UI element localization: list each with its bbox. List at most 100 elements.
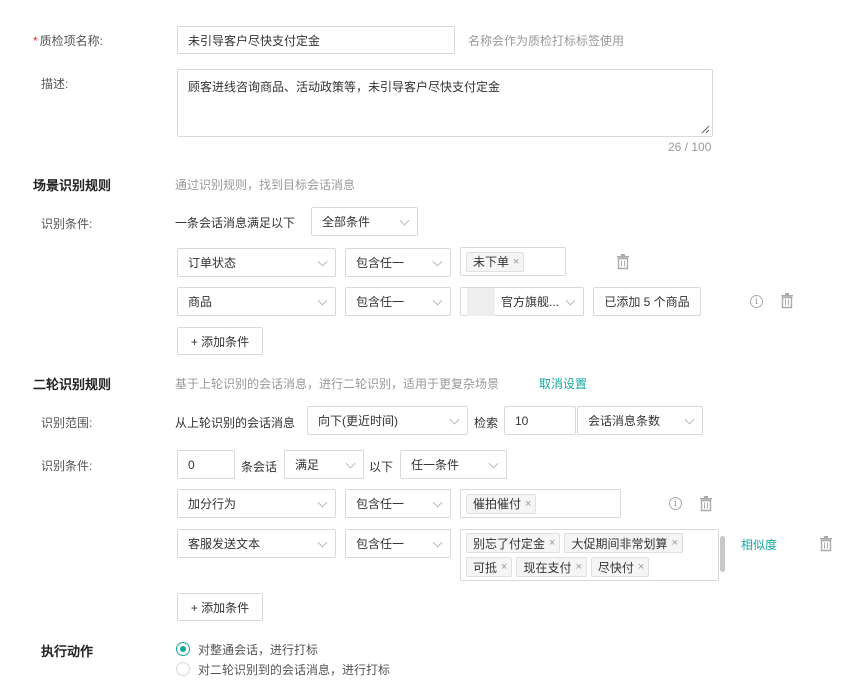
second-range-prefix: 从上轮识别的会话消息 xyxy=(175,416,296,430)
second-range-label: 识别范围: xyxy=(41,416,93,430)
desc-textarea[interactable]: 顾客进线咨询商品、活动政策等，未引导客户尽快支付定金 xyxy=(177,69,713,137)
scene-cond-label: 识别条件: xyxy=(41,217,93,231)
scene-title: 场景识别规则 xyxy=(33,178,112,193)
scene-row2-op-select[interactable]: 包含任一 xyxy=(345,287,451,316)
chevron-down-icon xyxy=(399,215,410,226)
trash-icon[interactable] xyxy=(699,496,713,512)
retrieve-count-value: 10 xyxy=(515,413,529,428)
cond-below-label: 以下 xyxy=(369,460,394,474)
direction-select[interactable]: 向下(更近时间) xyxy=(307,406,468,435)
scene-row1-op-select[interactable]: 包含任一 xyxy=(345,248,451,277)
cond-unit-label: 条会话 xyxy=(241,460,278,474)
second-title: 二轮识别规则 xyxy=(33,377,112,392)
close-icon[interactable]: × xyxy=(549,537,555,549)
close-icon[interactable]: × xyxy=(525,498,531,510)
close-icon[interactable]: × xyxy=(671,537,677,549)
second-row1-tags-input[interactable]: 催拍催付 × xyxy=(460,489,621,518)
tag-label: 催拍催付 xyxy=(473,497,522,511)
scene-row2-shop-select[interactable]: 官方旗舰... xyxy=(460,287,584,316)
close-icon[interactable]: × xyxy=(575,561,581,573)
scene-row1-tags-input[interactable]: 未下单 × xyxy=(460,247,566,276)
trash-icon[interactable] xyxy=(780,293,794,309)
desc-counter: 26 / 100 xyxy=(668,140,712,154)
scene-cond-prefix: 一条会话消息满足以下 xyxy=(175,216,296,230)
close-icon[interactable]: × xyxy=(638,561,644,573)
scene-row2-shop-value: 官方旗舰... xyxy=(501,295,560,309)
desc-textarea-value: 顾客进线咨询商品、活动政策等，未引导客户尽快支付定金 xyxy=(188,80,501,94)
tags-scrollbar[interactable] xyxy=(720,536,725,572)
tag: 大促期间非常划算 × xyxy=(564,533,683,553)
tag: 现在支付 × xyxy=(516,557,587,577)
added-products-button[interactable]: 已添加 5 个商品 xyxy=(593,287,701,316)
second-row1-field-select[interactable]: 加分行为 xyxy=(177,489,336,518)
chevron-down-icon xyxy=(432,497,443,508)
tag: 可抵 × xyxy=(466,557,513,577)
cond-satisfy-select[interactable]: 满足 xyxy=(284,450,364,479)
second-cond-label: 识别条件: xyxy=(41,459,93,473)
name-input[interactable]: 未引导客户尽快支付定金 xyxy=(177,26,455,54)
tag: 别忘了付定金 × xyxy=(466,533,561,553)
second-row1-field-value: 加分行为 xyxy=(188,497,237,511)
action-title: 执行动作 xyxy=(41,644,94,659)
retrieve-count-input[interactable]: 10 xyxy=(504,406,576,435)
close-icon[interactable]: × xyxy=(513,256,519,268)
name-label: * 质检项名称: xyxy=(33,32,103,49)
trash-icon[interactable] xyxy=(819,536,833,552)
scene-row1-field-value: 订单状态 xyxy=(188,256,237,270)
resize-handle-icon[interactable] xyxy=(701,125,710,134)
scene-row1-op-value: 包含任一 xyxy=(356,256,405,270)
chevron-down-icon xyxy=(317,537,328,548)
info-icon[interactable]: i xyxy=(750,295,763,308)
tag: 尽快付 × xyxy=(590,557,650,577)
chevron-down-icon xyxy=(432,537,443,548)
action-option-second[interactable]: 对二轮识别到的会话消息，进行打标 xyxy=(198,661,390,678)
chevron-down-icon xyxy=(488,458,499,469)
second-row2-field-value: 客服发送文本 xyxy=(188,537,261,551)
chevron-down-icon xyxy=(317,256,328,267)
scene-row2-field-select[interactable]: 商品 xyxy=(177,287,336,316)
name-hint: 名称会作为质检打标标签使用 xyxy=(468,34,625,48)
action-radio-second[interactable] xyxy=(176,662,190,676)
action-radio-whole[interactable] xyxy=(176,642,190,656)
second-add-condition-button[interactable]: + 添加条件 xyxy=(177,593,263,621)
tag-label: 尽快付 xyxy=(597,560,634,575)
chevron-down-icon xyxy=(432,295,443,306)
tag-label: 未下单 xyxy=(473,255,510,269)
retrieve-unit-value: 会话消息条数 xyxy=(588,414,661,428)
scene-row2-op-value: 包含任一 xyxy=(356,295,405,309)
second-row2-tags-input[interactable]: 别忘了付定金 × 大促期间非常划算 × 可抵 × 现在支付 × 尽快付 × xyxy=(460,529,719,581)
chevron-down-icon xyxy=(432,256,443,267)
chevron-down-icon xyxy=(317,295,328,306)
tag: 未下单 × xyxy=(466,251,525,272)
second-row1-op-select[interactable]: 包含任一 xyxy=(345,489,451,518)
retrieve-label: 检索 xyxy=(474,416,499,430)
desc-label: 描述: xyxy=(41,77,69,91)
chevron-down-icon xyxy=(345,458,356,469)
cond-mode-select[interactable]: 任一条件 xyxy=(400,450,507,479)
trash-icon[interactable] xyxy=(616,254,630,270)
scene-hint: 通过识别规则，找到目标会话消息 xyxy=(175,178,356,192)
tag-line: 别忘了付定金 × 大促期间非常划算 × xyxy=(466,533,713,553)
cond-mode-value: 任一条件 xyxy=(411,458,460,472)
cond-count-value: 0 xyxy=(188,457,195,472)
cancel-settings-link[interactable]: 取消设置 xyxy=(539,375,587,392)
scene-cond-mode-select[interactable]: 全部条件 xyxy=(311,207,418,236)
action-option-whole[interactable]: 对整通会话，进行打标 xyxy=(198,641,318,658)
close-icon[interactable]: × xyxy=(501,561,507,573)
required-mark: * xyxy=(33,34,38,48)
name-label-text: 质检项名称: xyxy=(39,34,104,48)
tag-label: 大促期间非常划算 xyxy=(571,536,668,551)
similarity-link[interactable]: 相似度 xyxy=(741,536,777,553)
direction-value: 向下(更近时间) xyxy=(318,414,398,428)
info-icon[interactable]: i xyxy=(669,497,682,510)
chevron-down-icon xyxy=(317,497,328,508)
cond-count-input[interactable]: 0 xyxy=(177,450,235,479)
scene-row2-field-value: 商品 xyxy=(188,295,213,309)
shop-avatar xyxy=(467,287,495,316)
retrieve-unit-select[interactable]: 会话消息条数 xyxy=(577,406,703,435)
second-row2-op-select[interactable]: 包含任一 xyxy=(345,529,451,558)
tag-label: 可抵 xyxy=(473,560,498,575)
scene-row1-field-select[interactable]: 订单状态 xyxy=(177,248,336,277)
scene-add-condition-button[interactable]: + 添加条件 xyxy=(177,327,263,355)
second-row2-field-select[interactable]: 客服发送文本 xyxy=(177,529,336,558)
